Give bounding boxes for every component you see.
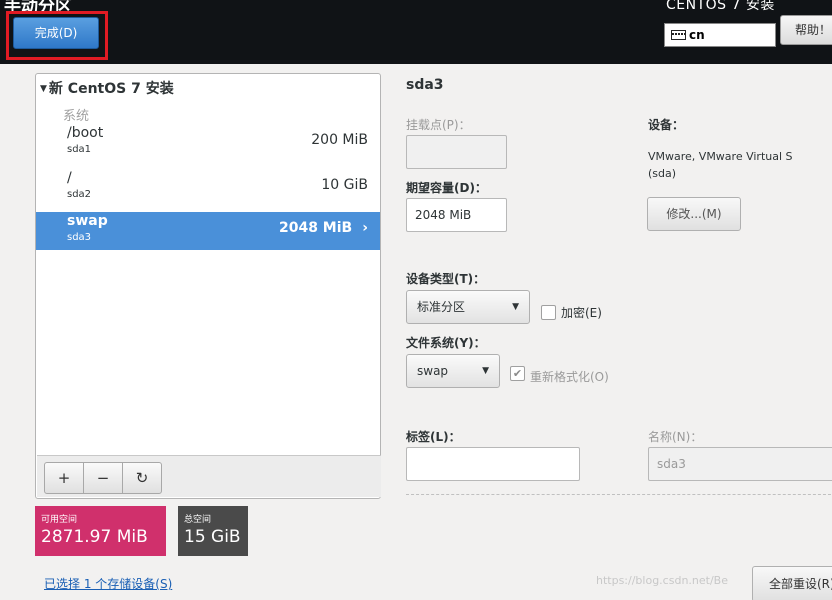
total-space-label: 总空间 [184, 515, 212, 525]
partition-name: swap [67, 213, 108, 229]
keyboard-icon [671, 30, 686, 40]
tag-input[interactable] [406, 447, 580, 481]
dropdown-caret-icon: ▼ [512, 302, 519, 312]
partition-row-root[interactable]: / sda2 10 GiB [36, 169, 380, 207]
desired-capacity-label: 期望容量(D)： [406, 181, 487, 195]
partition-name: / [67, 170, 72, 186]
partition-device: sda1 [67, 144, 92, 155]
mount-point-label: 挂载点(P)： [406, 118, 471, 132]
partition-size: 10 GiB [321, 177, 368, 193]
partition-device: sda2 [67, 189, 92, 200]
filesystem-label: 文件系统(Y)： [406, 336, 486, 350]
modify-device-button[interactable]: 修改...(M) [647, 197, 741, 231]
separator [406, 494, 832, 495]
installation-group-header[interactable]: ▼ 新 CentOS 7 安装 [40, 78, 174, 98]
header-bar: 手动分区 完成(D) CENTOS 7 安装 cn 帮助！ [0, 0, 832, 64]
add-partition-button[interactable]: + [44, 462, 84, 494]
partition-toolbar: + − ↻ [37, 455, 381, 497]
remove-partition-button[interactable]: − [83, 462, 123, 494]
refresh-button[interactable]: ↻ [122, 462, 162, 494]
reset-all-button[interactable]: 全部重设(R) [752, 566, 832, 600]
tag-label: 标签(L)： [406, 430, 461, 444]
partition-size: 2048 MiB › [278, 220, 368, 236]
product-title: CENTOS 7 安装 [666, 0, 775, 13]
name-label: 名称(N)： [648, 430, 703, 444]
reformat-label: 重新格式化(O) [530, 370, 609, 384]
storage-devices-link[interactable]: 已选择 1 个存储设备(S) [44, 575, 172, 592]
partition-name: /boot [67, 125, 104, 141]
chevron-right-icon: › [362, 220, 368, 236]
device-type-label: 设备类型(T)： [406, 272, 486, 286]
keyboard-layout-selector[interactable]: cn [664, 23, 776, 47]
filesystem-select[interactable]: swap ▼ [406, 354, 500, 388]
expand-arrow-icon: ▼ [40, 84, 47, 94]
watermark: https://blog.csdn.net/Be [596, 574, 728, 587]
dropdown-caret-icon: ▼ [482, 366, 489, 376]
available-space-label: 可用空间 [41, 515, 78, 525]
installation-title: 新 CentOS 7 安装 [48, 81, 174, 97]
encrypt-label: 加密(E) [561, 306, 602, 320]
available-space-box: 可用空间 2871.97 MiB [35, 506, 166, 556]
keyboard-layout-label: cn [689, 28, 705, 42]
desired-capacity-input[interactable]: 2048 MiB [406, 198, 507, 232]
available-space-value: 2871.97 MiB [41, 527, 148, 547]
partition-detail-title: sda3 [406, 77, 444, 93]
partition-device: sda3 [67, 232, 92, 243]
device-type-value: 标准分区 [417, 300, 466, 314]
partition-tree-panel: ▼ 新 CentOS 7 安装 系统 /boot sda1 200 MiB / s… [35, 73, 381, 499]
device-label: 设备： [648, 118, 685, 132]
refresh-icon: ↻ [135, 469, 149, 487]
help-button[interactable]: 帮助！ [780, 15, 832, 45]
device-type-select[interactable]: 标准分区 ▼ [406, 290, 530, 324]
total-space-box: 总空间 15 GiB [178, 506, 248, 556]
device-path: (sda) [648, 167, 677, 180]
encrypt-checkbox[interactable] [541, 305, 556, 320]
reformat-checkbox[interactable]: ✔ [510, 366, 525, 381]
partition-row-boot[interactable]: /boot sda1 200 MiB [36, 124, 380, 162]
partition-size: 200 MiB [311, 132, 368, 148]
partition-row-swap[interactable]: swap sda3 2048 MiB › [36, 212, 380, 250]
checkmark-icon: ✔ [512, 367, 523, 380]
name-input[interactable]: sda3 [648, 447, 832, 481]
device-description: VMware, VMware Virtual S [648, 150, 793, 163]
system-group-label: 系统 [63, 109, 90, 124]
filesystem-value: swap [417, 364, 449, 378]
done-button[interactable]: 完成(D) [13, 17, 99, 49]
total-space-value: 15 GiB [184, 527, 241, 547]
mount-point-input[interactable] [406, 135, 507, 169]
